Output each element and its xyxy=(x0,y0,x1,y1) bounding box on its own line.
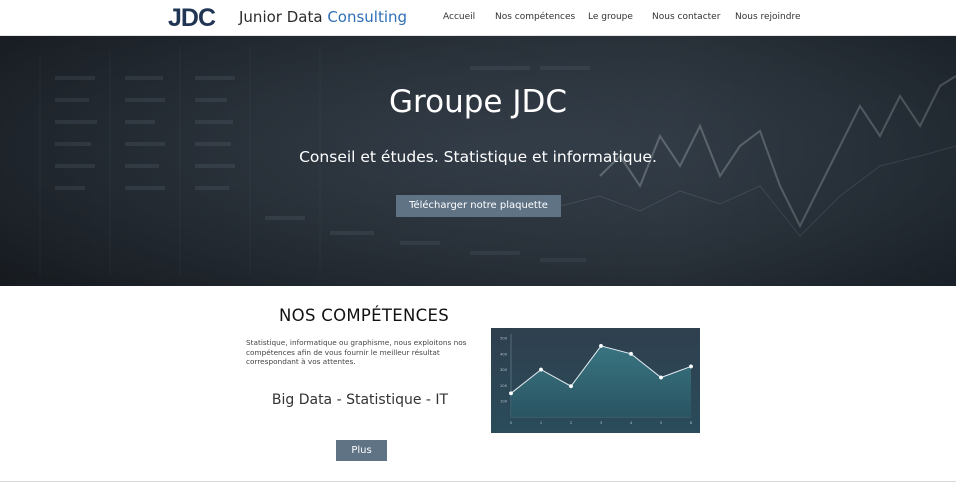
nav-item-rejoindre[interactable]: Nous rejoindre xyxy=(735,12,801,22)
hero-title: Groupe JDC xyxy=(389,84,567,120)
chart-x-tick-label: 0 xyxy=(510,421,513,425)
chart-point-4 xyxy=(628,351,634,356)
nav-item-contact[interactable]: Nous contacter xyxy=(652,12,720,22)
chart-x-tick-label: 2 xyxy=(570,421,572,425)
chart-x-tick-label: 4 xyxy=(630,421,633,425)
site-header: JDC Junior Data Consulting Accueil Nos c… xyxy=(0,0,956,36)
section-description: Statistique, informatique ou graphisme, … xyxy=(246,338,467,366)
chart-point-0 xyxy=(508,391,514,396)
nav-item-accueil[interactable]: Accueil xyxy=(443,12,475,22)
nav-item-competences[interactable]: Nos compétences xyxy=(495,12,575,22)
download-brochure-button[interactable]: Télécharger notre plaquette xyxy=(396,195,561,217)
footer-divider xyxy=(0,481,956,482)
section-title: NOS COMPÉTENCES xyxy=(279,306,449,325)
competences-chart: 100 200 300 400 500 0 1 2 3 4 5 6 xyxy=(491,328,700,433)
more-button[interactable]: Plus xyxy=(336,440,387,461)
chart-point-6 xyxy=(688,364,694,369)
nav-item-groupe[interactable]: Le groupe xyxy=(588,12,633,22)
main-nav: Accueil Nos compétences Le groupe Nous c… xyxy=(0,12,956,26)
chart-x-tick-label: 1 xyxy=(540,421,542,425)
chart-point-2 xyxy=(568,384,574,389)
chart-area xyxy=(511,345,691,417)
chart-point-5 xyxy=(658,375,664,380)
chart-y-tick-label: 200 xyxy=(500,384,508,388)
chart-point-3 xyxy=(598,343,604,348)
hero-banner: Groupe JDC Conseil et études. Statistiqu… xyxy=(0,36,956,286)
chart-x-tick-label: 5 xyxy=(660,421,662,425)
chart-y-tick-label: 400 xyxy=(500,352,508,356)
section-tagline: Big Data - Statistique - IT xyxy=(271,392,449,408)
chart-y-tick-label: 100 xyxy=(500,400,508,404)
chart-y-tick-label: 300 xyxy=(500,368,508,372)
chart-point-1 xyxy=(538,367,544,372)
chart-svg: 100 200 300 400 500 0 1 2 3 4 5 6 xyxy=(500,334,694,425)
hero-subtitle: Conseil et études. Statistique et inform… xyxy=(299,148,657,166)
chart-x-tick-label: 6 xyxy=(690,421,693,425)
chart-y-tick-label: 500 xyxy=(500,337,508,341)
chart-x-tick-label: 3 xyxy=(600,421,602,425)
